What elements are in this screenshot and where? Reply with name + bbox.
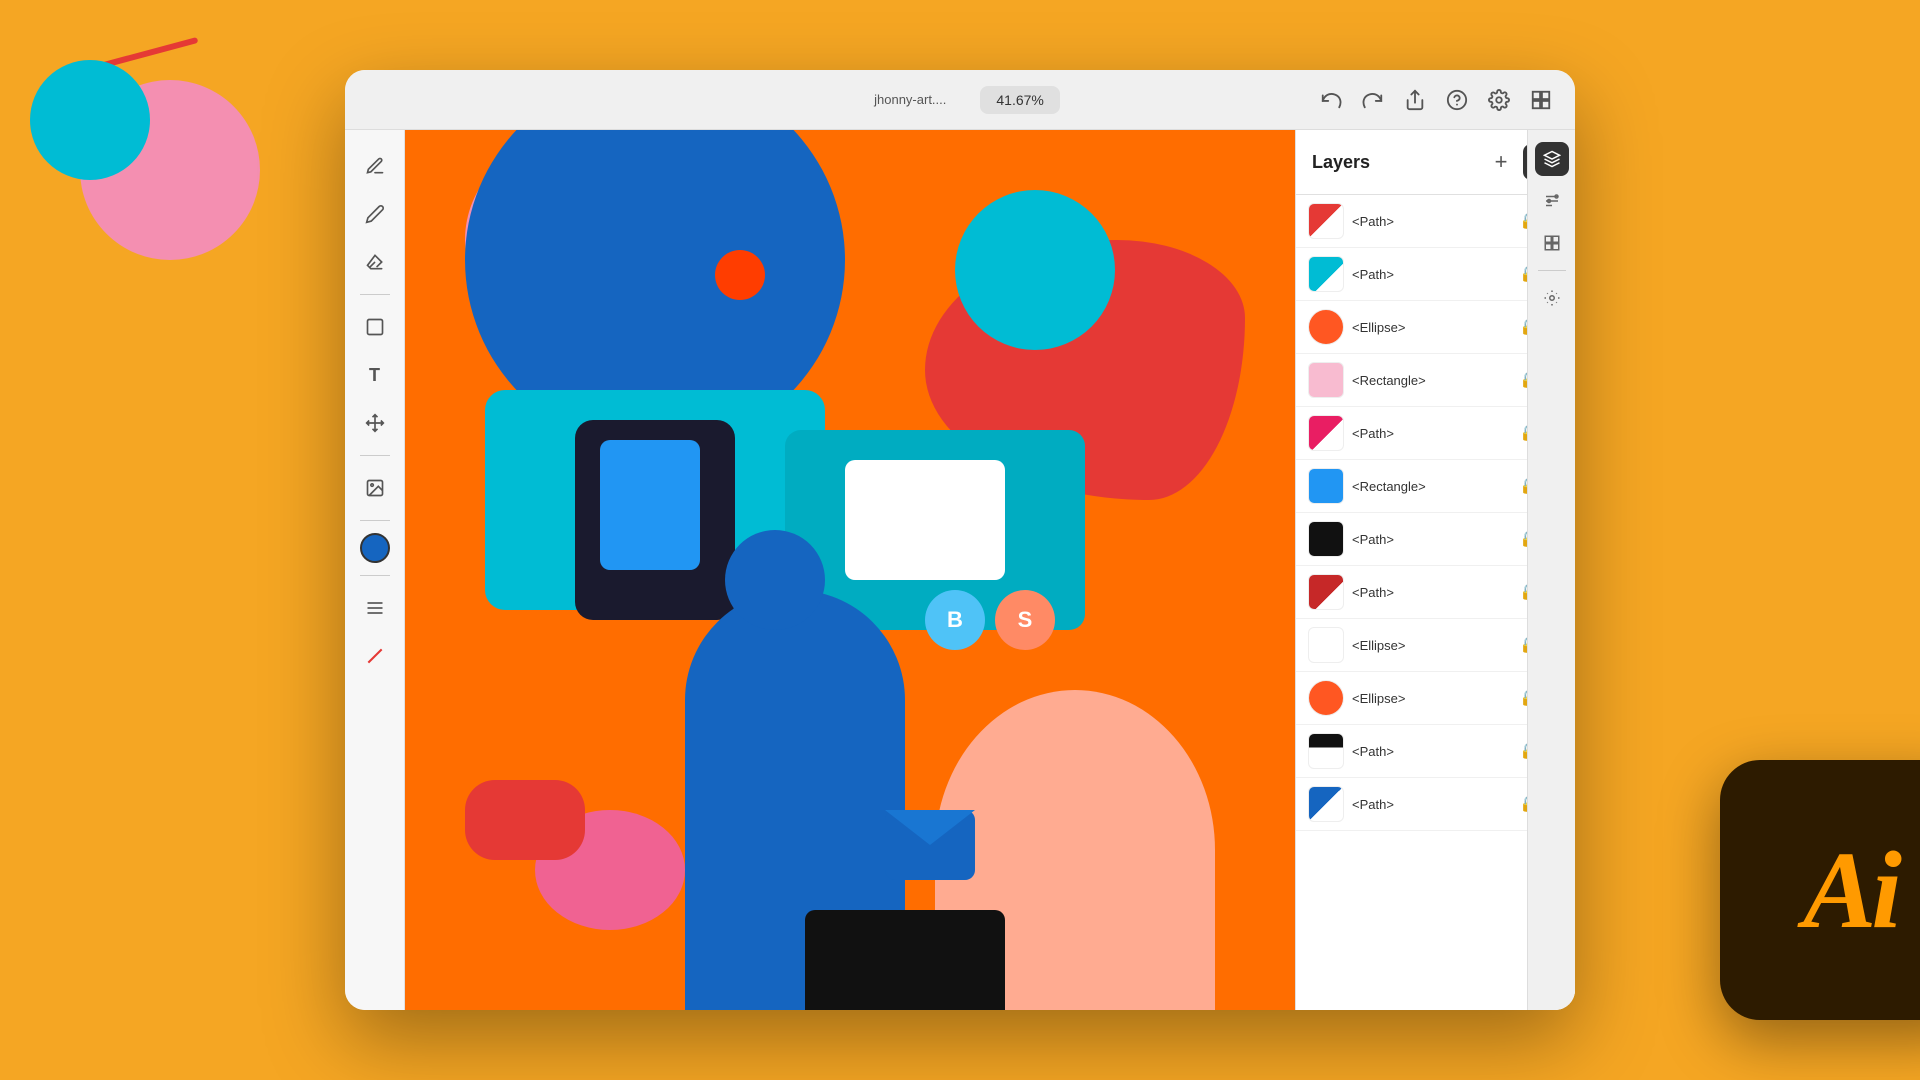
layer-name: <Path> [1352,532,1512,547]
color-swatch[interactable] [360,533,390,563]
layer-name: <Path> [1352,797,1512,812]
layer-thumbnail [1308,203,1344,239]
redo-button[interactable] [1359,86,1387,114]
slash-tool-button[interactable] [355,636,395,676]
decorative-circle-teal [30,60,150,180]
art-orange-dot [715,250,765,300]
left-toolbar: T [345,130,405,1010]
toolbar-divider-3 [360,520,390,521]
layer-thumbnail [1308,256,1344,292]
panel-divider [1538,270,1566,271]
grid-tool-button[interactable] [355,588,395,628]
layers-panel: Layers + <Path> 🔓 👁 [1295,130,1575,1010]
layers-add-button[interactable]: + [1485,146,1517,178]
layer-name: <Ellipse> [1352,691,1512,706]
art-envelope [885,810,975,880]
image-tool-button[interactable] [355,468,395,508]
layer-name: <Ellipse> [1352,320,1512,335]
art-device-screen [600,440,700,570]
help-button[interactable] [1443,86,1471,114]
layer-thumbnail [1308,627,1344,663]
layer-name: <Path> [1352,214,1512,229]
eraser-tool-button[interactable] [355,242,395,282]
pencil-tool-button[interactable] [355,194,395,234]
layers-title: Layers [1312,152,1485,173]
layer-thumbnail [1308,468,1344,504]
layer-name: <Path> [1352,426,1512,441]
layer-thumbnail [1308,680,1344,716]
art-dark-bottom [805,910,1005,1010]
toolbar-divider-2 [360,455,390,456]
properties-panel-tab[interactable] [1535,184,1569,218]
undo-button[interactable] [1317,86,1345,114]
content-area: T [345,130,1575,1010]
canvas-area[interactable]: B S [405,130,1295,1010]
transform-tool-button[interactable] [355,403,395,443]
toolbar-divider-4 [360,575,390,576]
arrange-button[interactable] [1527,86,1555,114]
layer-thumbnail [1308,733,1344,769]
layer-thumbnail [1308,574,1344,610]
share-button[interactable] [1401,86,1429,114]
art-teal-circle [955,190,1115,350]
layer-name: <Path> [1352,585,1512,600]
layer-thumbnail [1308,415,1344,451]
badge-s: S [995,590,1055,650]
toolbar-divider-1 [360,294,390,295]
layer-name: <Path> [1352,744,1512,759]
pen-tool-button[interactable] [355,146,395,186]
art-figure-head [725,530,825,630]
text-tool-button[interactable]: T [355,355,395,395]
app-window: jhonny-art.... 41.67% [345,70,1575,1010]
title-bar: jhonny-art.... 41.67% [345,70,1575,130]
art-white-rect [845,460,1005,580]
art-red-cushion [465,780,585,860]
panel-sidebar [1527,130,1575,1010]
assets-panel-tab[interactable] [1535,226,1569,260]
ai-logo-text: Ai [1803,827,1897,954]
layer-thumbnail [1308,521,1344,557]
transform-panel-tab[interactable] [1535,281,1569,315]
document-tab[interactable]: jhonny-art.... [860,86,960,113]
settings-button[interactable] [1485,86,1513,114]
layer-name: <Rectangle> [1352,479,1512,494]
ai-logo: Ai [1720,760,1920,1020]
layer-name: <Path> [1352,267,1512,282]
zoom-indicator[interactable]: 41.67% [980,86,1059,114]
layer-thumbnail [1308,309,1344,345]
layer-thumbnail [1308,786,1344,822]
badge-b: B [925,590,985,650]
layer-thumbnail [1308,362,1344,398]
title-bar-actions [1317,86,1555,114]
shape-tool-button[interactable] [355,307,395,347]
layers-panel-tab[interactable] [1535,142,1569,176]
layer-name: <Rectangle> [1352,373,1512,388]
layer-name: <Ellipse> [1352,638,1512,653]
